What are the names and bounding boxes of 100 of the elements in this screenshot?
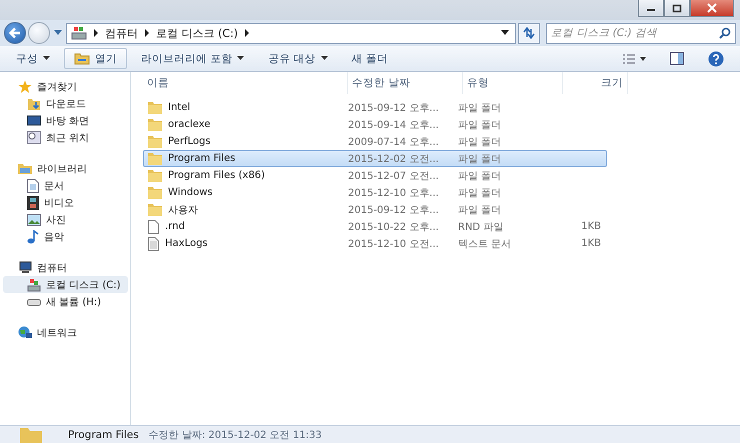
details-modified: 수정한 날짜: 2015-12-02 오전 11:33 — [148, 428, 322, 442]
caret-icon — [43, 56, 50, 61]
sidebar-item[interactable]: 음악 — [3, 228, 128, 245]
date-cell-text: 2009-07-14 오후... — [347, 136, 440, 148]
folder-icon — [20, 426, 42, 442]
disk-icon — [27, 278, 41, 292]
file-name: 사용자 — [168, 204, 198, 216]
date-cell-text: 2015-12-10 오후... — [347, 186, 440, 200]
size-cell-text: 1KB — [580, 238, 602, 249]
close-icon — [707, 3, 717, 13]
address-bar[interactable]: 컴퓨터 로컬 디스크 (C:) — [66, 22, 516, 44]
globe-icon — [18, 326, 32, 339]
sidebar-item[interactable]: 바탕 화면 — [3, 112, 128, 129]
column-header[interactable]: 수정한 날짜 — [348, 72, 463, 94]
file-row[interactable]: .rnd 2015-10-22 오후... RND 파일 1KB — [143, 218, 607, 235]
breadcrumb[interactable]: 컴퓨터 — [105, 26, 138, 40]
toolbar-button[interactable]: 공유 대상 — [258, 48, 338, 69]
sidebar-item[interactable]: 비디오 — [3, 194, 128, 211]
minimize-button[interactable] — [638, 0, 664, 17]
toolbar-button[interactable]: 열기 — [64, 48, 127, 69]
sidebar-item[interactable]: 문서 — [3, 177, 128, 194]
chevron-icon[interactable] — [244, 29, 250, 37]
date-cell-text: 2015-12-02 오전... — [347, 152, 440, 166]
date-cell-text: 2015-10-22 오후... — [347, 220, 440, 234]
file-name: Program Files — [168, 153, 236, 164]
chevron-icon[interactable] — [93, 29, 99, 37]
column-header[interactable]: 이름 — [143, 72, 348, 94]
file-row[interactable]: oraclexe 2015-09-14 오후... 파일 폴더 — [143, 116, 607, 133]
sidebar-group[interactable]: 컴퓨터 — [0, 259, 130, 276]
sidebar-item[interactable]: 다운로드 — [3, 95, 128, 112]
type-cell-text: 파일 폴더 — [457, 152, 502, 166]
sidebar-item[interactable]: 새 볼륨 (H:) — [3, 293, 128, 310]
type-cell-text: 텍스트 문서 — [457, 238, 512, 250]
music-note-icon — [27, 230, 39, 244]
maximize-button[interactable] — [664, 0, 690, 17]
date-cell-text: 2015-12-10 오전... — [347, 238, 440, 250]
sidebar-item[interactable]: 사진 — [3, 211, 128, 228]
maximize-icon — [672, 4, 682, 12]
file-row[interactable]: Intel 2015-09-12 오후... 파일 폴더 — [143, 99, 607, 116]
recent-places-icon — [27, 131, 41, 144]
help-icon — [708, 50, 724, 66]
refresh-button[interactable] — [518, 22, 540, 44]
column-header[interactable]: 크기 — [563, 72, 628, 94]
drive-icon — [27, 296, 41, 306]
column-header[interactable]: 유형 — [463, 72, 563, 94]
search-field[interactable]: 로컬 디스크 (C:) 검색 — [546, 22, 736, 44]
document-icon — [27, 178, 39, 192]
date-cell-text: 2015-09-12 오후... — [347, 204, 440, 216]
type-cell-text: 파일 폴더 — [457, 118, 502, 132]
folder-icon — [148, 169, 162, 182]
type-cell-text: 파일 폴더 — [457, 186, 502, 200]
folder-icon — [148, 135, 162, 148]
file-icon — [148, 220, 159, 234]
search-icon — [719, 26, 731, 38]
date-cell-text: 2015-12-07 오전... — [347, 170, 440, 182]
size-cell-text: 1KB — [580, 221, 602, 232]
type-cell-text: 파일 폴더 — [457, 170, 502, 182]
date-cell-text: 2015-09-12 오후... — [347, 102, 440, 114]
chevron-icon[interactable] — [144, 29, 150, 37]
toolbar-button[interactable]: 라이브러리에 포함 — [131, 48, 254, 69]
folder-icon — [148, 152, 162, 165]
back-button[interactable] — [4, 22, 26, 44]
file-row[interactable]: PerfLogs 2009-07-14 오후... 파일 폴더 — [143, 133, 607, 150]
caret-icon — [237, 56, 244, 61]
toolbar-button[interactable]: 새 폴더 — [342, 48, 398, 69]
file-name: Intel — [168, 102, 190, 113]
text-file-icon — [148, 236, 159, 250]
folder-icon — [148, 186, 162, 199]
picture-icon — [27, 214, 41, 226]
file-row[interactable]: Program Files 2015-12-02 오전... 파일 폴더 — [143, 150, 607, 167]
sidebar-item[interactable]: 최근 위치 — [3, 129, 128, 146]
sidebar-group[interactable]: 네트워크 — [0, 324, 130, 341]
file-name: oraclexe — [168, 119, 210, 130]
star-icon — [18, 80, 32, 94]
dropdown-caret-icon[interactable] — [501, 30, 509, 36]
sidebar-group[interactable]: 라이브러리 — [0, 160, 130, 177]
sidebar-item[interactable]: 로컬 디스크 (C:) — [3, 276, 128, 293]
close-button[interactable] — [690, 0, 734, 17]
computer-icon — [18, 261, 32, 274]
file-name: HaxLogs — [165, 238, 208, 249]
type-cell-text: RND 파일 — [457, 220, 504, 234]
file-row[interactable]: Program Files (x86) 2015-12-07 오전... 파일 폴더 — [143, 167, 607, 184]
history-caret-icon[interactable] — [54, 30, 62, 36]
file-name: PerfLogs — [168, 136, 211, 147]
file-row[interactable]: HaxLogs 2015-12-10 오전... 텍스트 문서 1KB — [143, 235, 607, 252]
download-folder-icon — [27, 96, 41, 110]
toolbar-button[interactable]: 구성 — [6, 48, 60, 69]
disk-icon — [71, 26, 87, 40]
date-cell-text: 2015-09-14 오후... — [347, 118, 440, 132]
file-row[interactable]: 사용자 2015-09-12 오후... 파일 폴더 — [143, 201, 607, 218]
back-arrow-icon — [8, 26, 22, 40]
file-name: Windows — [168, 187, 213, 198]
type-cell-text: 파일 폴더 — [457, 204, 502, 216]
breadcrumb[interactable]: 로컬 디스크 (C:) — [156, 26, 238, 40]
film-icon — [27, 196, 39, 210]
type-cell-text: 파일 폴더 — [457, 102, 502, 114]
sidebar-group[interactable]: 즐겨찾기 — [0, 78, 130, 95]
file-row[interactable]: Windows 2015-12-10 오후... 파일 폴더 — [143, 184, 607, 201]
folder-icon — [148, 118, 162, 131]
folder-icon — [148, 203, 162, 216]
